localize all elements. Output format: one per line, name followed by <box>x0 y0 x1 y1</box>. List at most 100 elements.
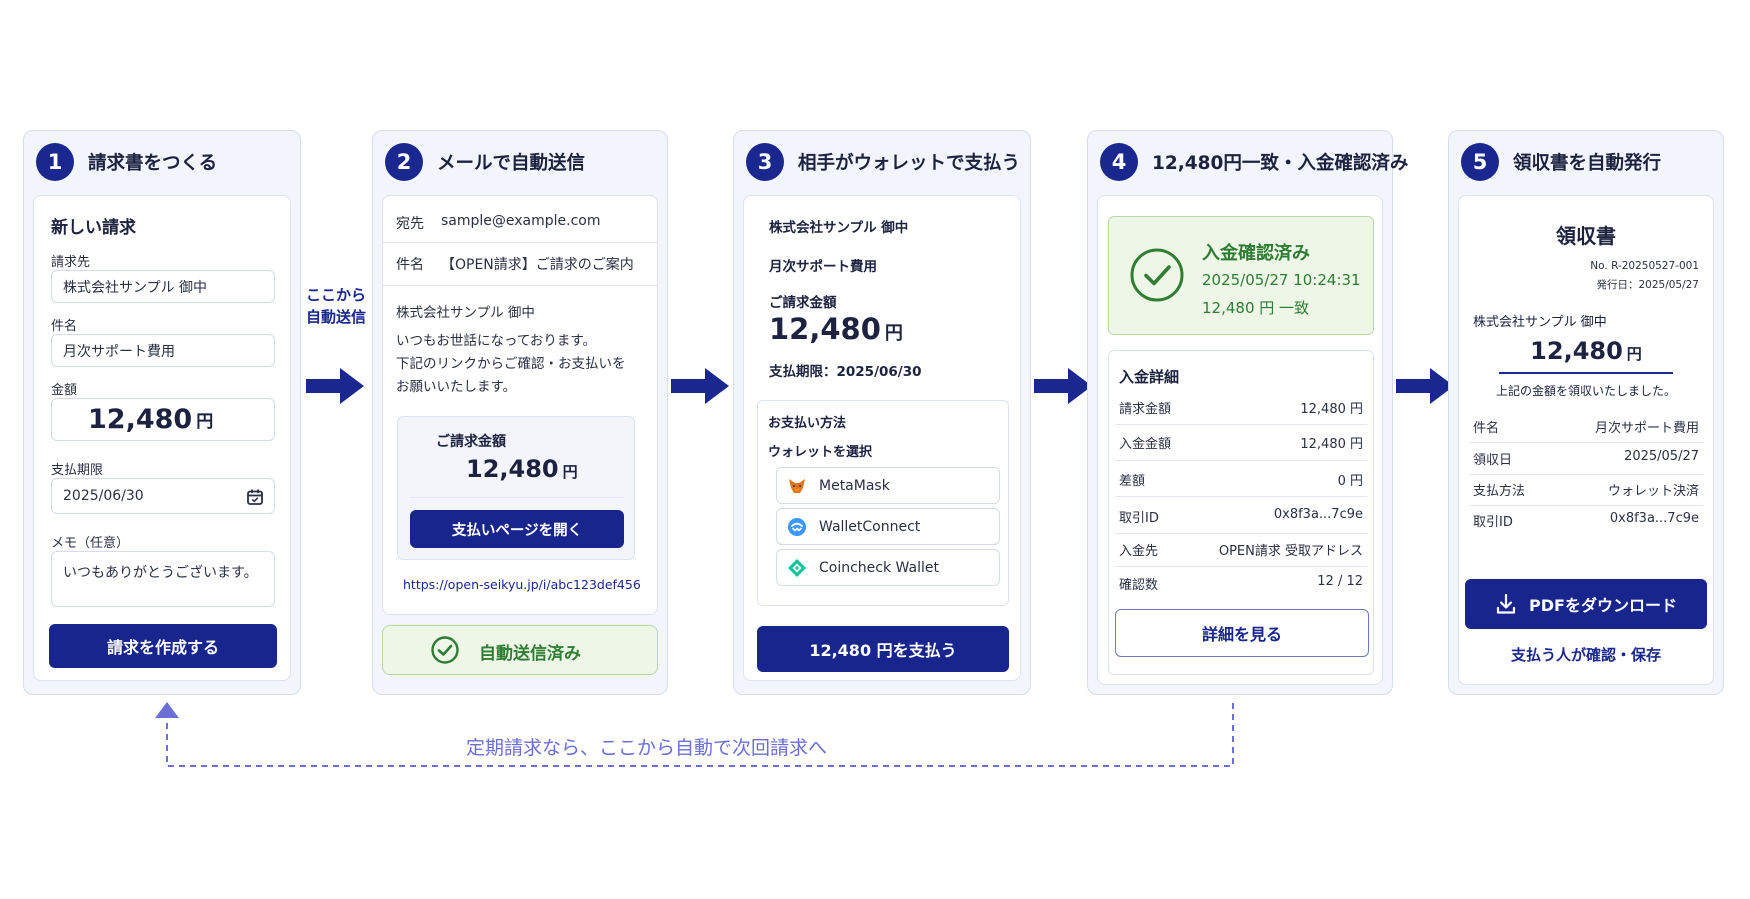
open-payment-page-button[interactable]: 支払いページを開く <box>410 510 624 548</box>
divider <box>1115 424 1367 425</box>
auto-send-label-line2: 自動送信 <box>306 308 367 326</box>
yen-unit: 円 <box>1626 345 1642 363</box>
memo-label: メモ（任意） <box>51 536 130 551</box>
receipt-panel: 領収書 No. R-20250527-001 発行日：2025/05/27 株式… <box>1458 195 1714 685</box>
received-text: 上記の金額を領収いたしました。 <box>1495 384 1676 398</box>
pay-button[interactable]: 12,480 円を支払う <box>757 626 1009 672</box>
download-pdf-button[interactable]: PDFをダウンロード <box>1465 579 1707 629</box>
invoice-amount-label: ご請求金額 <box>436 434 506 450</box>
detail-row-label: 差額 <box>1119 474 1146 489</box>
to-label: 宛先 <box>396 216 424 232</box>
create-invoice-button[interactable]: 請求を作成する <box>49 624 277 668</box>
detail-row-label: 取引ID <box>1119 511 1159 526</box>
flow-arrow-3 <box>1034 368 1092 404</box>
detail-row-value: 0x8f3a...7c9e <box>1273 507 1363 522</box>
step2-card: 2 メールで自動送信 宛先 sample@example.com 件名 【OPE… <box>372 130 668 695</box>
auto-send-label: ここから 自動送信 <box>306 284 366 328</box>
payment-link[interactable]: https://open-seikyu.jp/i/abc123def456 <box>403 577 641 592</box>
memo-field[interactable]: いつもありがとうございます。 <box>51 551 275 607</box>
payment-confirmed-time: 2025/05/27 10:24:31 <box>1202 271 1361 289</box>
divider <box>383 242 657 243</box>
divider <box>1469 442 1703 443</box>
detail-row-label: 確認数 <box>1119 578 1159 593</box>
yen-unit: 円 <box>562 463 578 481</box>
auto-sent-label: 自動送信済み <box>479 644 581 664</box>
receipt-recipient: 株式会社サンプル 御中 <box>1473 315 1607 330</box>
receipt-footer: 支払う人が確認・保存 <box>1510 646 1661 664</box>
payment-method-label: お支払い方法 <box>768 416 847 431</box>
walletconnect-icon <box>788 517 806 536</box>
due-date-field[interactable]: 2025/06/30 <box>51 478 275 514</box>
step3-card: 3 相手がウォレットで支払う 株式会社サンプル 御中 月次サポート費用 ご請求金… <box>733 130 1031 695</box>
receipt-title: 領収書 <box>1556 224 1616 248</box>
subject-field[interactable]: 月次サポート費用 <box>51 334 275 367</box>
step-number-badge: 1 <box>36 143 74 181</box>
yen-unit: 円 <box>884 323 903 344</box>
email-body-name: 株式会社サンプル 御中 <box>396 305 535 321</box>
receipt-row-label: 領収日 <box>1473 453 1513 468</box>
divider <box>1115 496 1367 497</box>
yen-unit: 円 <box>196 412 214 432</box>
recipient-label: 請求先 <box>51 255 91 270</box>
to-value: sample@example.com <box>441 213 601 229</box>
view-details-button[interactable]: 詳細を見る <box>1115 609 1369 657</box>
payment-status-panel: 入金確認済み 2025/05/27 10:24:31 12,480 円 一致 入… <box>1097 195 1383 685</box>
receipt-amount: 12,480 円 <box>1459 337 1713 365</box>
payment-amount-label: ご請求金額 <box>769 295 837 311</box>
step-number-badge: 4 <box>1100 143 1138 181</box>
receipt-row-label: 件名 <box>1473 421 1500 436</box>
receipt-number: No. R-20250527-001 <box>1590 260 1699 272</box>
download-pdf-label: PDFをダウンロード <box>1529 596 1677 615</box>
amount-underline <box>1499 372 1673 374</box>
wallet-option-metamask[interactable]: MetaMask <box>776 467 1000 504</box>
wallet-option-coincheck[interactable]: Coincheck Wallet <box>776 549 1000 586</box>
divider <box>410 497 624 498</box>
wallet-name: WalletConnect <box>819 518 921 535</box>
divider <box>1115 566 1367 567</box>
due-date-value: 2025/06/30 <box>63 488 144 504</box>
recurring-loop-label: 定期請求なら、ここから自動で次回請求へ <box>466 737 828 759</box>
payment-confirmed-box: 入金確認済み 2025/05/27 10:24:31 12,480 円 一致 <box>1108 216 1374 335</box>
wallet-name: Coincheck Wallet <box>819 559 939 576</box>
divider <box>1115 533 1367 534</box>
receipt-row-label: 取引ID <box>1473 515 1513 530</box>
amount-field[interactable]: 12,480 円 <box>51 398 275 441</box>
step4-card: 4 12,480円一致・入金確認済み 入金確認済み 2025/05/27 10:… <box>1087 130 1408 695</box>
coincheck-icon <box>788 558 806 577</box>
receipt-row-label: 支払方法 <box>1473 484 1526 499</box>
receipt-row-value: 0x8f3a...7c9e <box>1609 511 1699 526</box>
detail-row-value: 0 円 <box>1337 474 1363 489</box>
divider <box>1115 460 1367 461</box>
step-title: 請求書をつくる <box>88 153 218 174</box>
step1-card: 1 請求書をつくる 新しい請求 請求先 株式会社サンプル 御中 件名 月次サポー… <box>23 130 301 695</box>
payment-detail-title: 入金詳細 <box>1119 368 1180 386</box>
receipt-row-value: 月次サポート費用 <box>1594 421 1699 436</box>
check-circle-icon <box>431 636 459 664</box>
amount-label: 金額 <box>51 383 78 398</box>
receipt-issued-date: 発行日：2025/05/27 <box>1596 279 1699 291</box>
receipt-row-value: ウォレット決済 <box>1607 484 1699 499</box>
payment-detail-box: 入金詳細 請求金額 12,480 円 入金金額 12,480 円 差額 0 円 … <box>1108 350 1374 675</box>
invoice-amount: 12,480 円 <box>466 455 578 483</box>
step-number-badge: 5 <box>1461 143 1499 181</box>
receipt-row-value: 2025/05/27 <box>1624 449 1699 464</box>
divider <box>383 285 657 286</box>
wallet-option-walletconnect[interactable]: WalletConnect <box>776 508 1000 545</box>
check-circle-icon <box>1130 248 1184 302</box>
step-title: 12,480円一致・入金確認済み <box>1152 153 1409 174</box>
email-body-line: いつもお世話になっております。 <box>396 333 597 349</box>
email-body-line: 下記のリンクからご確認・お支払いを <box>396 356 626 372</box>
divider <box>1469 505 1703 506</box>
payment-subject: 月次サポート費用 <box>769 259 877 275</box>
payment-amount-value: 12,480 <box>769 312 881 346</box>
due-label: 支払期限 <box>51 463 104 478</box>
detail-row-value: 12,480 円 <box>1300 402 1363 417</box>
flow-arrow-1 <box>306 368 364 404</box>
step-number-badge: 3 <box>746 143 784 181</box>
step-title: 相手がウォレットで支払う <box>798 153 1021 174</box>
calendar-icon[interactable] <box>246 488 264 506</box>
divider <box>1469 474 1703 475</box>
auto-sent-status: 自動送信済み <box>382 625 658 675</box>
detail-row-value: OPEN請求 受取アドレス <box>1218 544 1363 559</box>
recipient-field[interactable]: 株式会社サンプル 御中 <box>51 270 275 303</box>
